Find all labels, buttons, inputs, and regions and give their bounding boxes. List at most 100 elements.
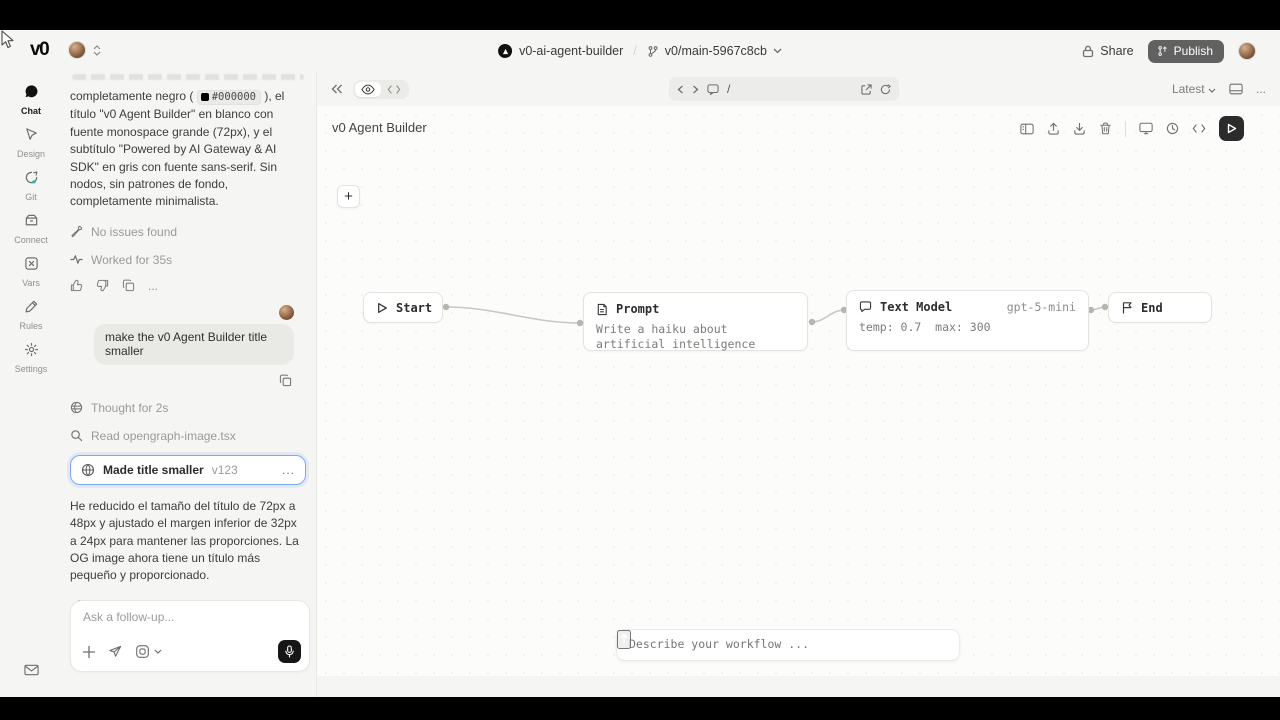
panel-bottom-icon[interactable]: [1229, 83, 1243, 95]
code-icon[interactable]: [381, 82, 407, 97]
copy-icon[interactable]: [122, 279, 135, 292]
model-badge: gpt-5-mini: [1007, 300, 1076, 314]
status-thought[interactable]: Thought for 2s: [70, 401, 306, 415]
truncated-text-line: [72, 74, 304, 80]
cursor-design-icon: [24, 127, 39, 142]
preview-code-toggle: [353, 80, 409, 99]
version-selector[interactable]: Latest: [1172, 82, 1216, 96]
node-body: temp: 0.7 max: 300: [859, 320, 1076, 335]
share-label: Share: [1100, 44, 1133, 58]
vars-icon: [24, 256, 39, 271]
chevron-down-icon: [1208, 88, 1216, 93]
trash-icon[interactable]: [1099, 122, 1112, 135]
sidebar-item-rules[interactable]: Rules: [0, 299, 62, 331]
mic-button[interactable]: [278, 640, 301, 663]
user-avatar-small: [279, 305, 294, 320]
followup-input[interactable]: [83, 610, 293, 624]
account-switcher[interactable]: [68, 41, 101, 59]
flag-icon: [1122, 301, 1133, 314]
breadcrumb-divider: /: [633, 44, 636, 58]
copy-icon: [279, 374, 292, 387]
status-worked-1: Worked for 35s: [70, 253, 306, 267]
feedback-row-1: ...: [70, 279, 306, 293]
sidebar-item-label: Git: [0, 192, 62, 202]
document-icon: [596, 303, 608, 316]
sidebar-item-connect[interactable]: Connect: [0, 213, 62, 245]
history-clock-icon[interactable]: [1166, 122, 1179, 135]
version-card-menu[interactable]: ...: [282, 463, 295, 477]
lint-pen-icon: [70, 225, 83, 238]
version-card[interactable]: Made title smaller v123 ...: [70, 455, 306, 485]
layout-icon[interactable]: [1020, 123, 1034, 135]
git-branch-icon: [647, 45, 659, 58]
branch-switcher[interactable]: v0/main-5967c8cb: [647, 44, 782, 58]
sidebar-item-label: Chat: [0, 106, 62, 116]
sidebar-item-label: Connect: [0, 235, 62, 245]
git-sync-icon: [24, 170, 39, 185]
sidebar-item-label: Vars: [0, 278, 62, 288]
sidebar-item-label: Rules: [0, 321, 62, 331]
open-external-icon[interactable]: [861, 84, 872, 95]
chat-composer[interactable]: [70, 600, 310, 672]
code-icon[interactable]: [1192, 123, 1206, 134]
header-actions: Share Publish: [1082, 30, 1256, 72]
assistant-message-1: completamente negro ( #000000 ), el títu…: [70, 88, 306, 211]
node-prompt[interactable]: Prompt Write a haiku about artificial in…: [583, 292, 808, 351]
publish-button[interactable]: Publish: [1148, 40, 1224, 63]
v0-logo[interactable]: v0: [30, 39, 48, 61]
node-text-model[interactable]: Text Model gpt-5-mini temp: 0.7 max: 300: [846, 290, 1089, 351]
thumbs-up-icon[interactable]: [70, 279, 83, 292]
preview-url-bar[interactable]: /: [669, 77, 899, 101]
sidebar-item-label: Settings: [0, 364, 62, 374]
rules-pen-icon: [24, 299, 39, 314]
sidebar-item-design[interactable]: Design: [0, 127, 62, 159]
download-icon[interactable]: [1073, 122, 1086, 135]
monitor-icon[interactable]: [1139, 122, 1153, 135]
branch-name: v0/main-5967c8cb: [665, 44, 767, 58]
plus-icon[interactable]: [82, 645, 96, 659]
more-menu-icon[interactable]: ...: [1256, 82, 1266, 96]
node-end[interactable]: End: [1108, 292, 1212, 323]
sidebar-item-vars[interactable]: Vars: [0, 256, 62, 288]
send-plane-icon[interactable]: [108, 644, 123, 659]
workflow-input[interactable]: [629, 637, 909, 651]
message-icon: [859, 301, 872, 313]
feedback-mail-button[interactable]: [0, 663, 62, 681]
more-actions-icon[interactable]: ...: [148, 279, 158, 293]
globe-icon: [81, 463, 95, 477]
node-start[interactable]: Start: [363, 292, 443, 323]
chat-icon: [24, 84, 39, 99]
thumbs-down-icon[interactable]: [96, 279, 109, 292]
back-icon[interactable]: [677, 85, 684, 94]
screen: v0 v0-ai-agent-builder /: [0, 0, 1280, 720]
sidebar-item-settings[interactable]: Settings: [0, 342, 62, 374]
upload-icon[interactable]: [1047, 122, 1060, 135]
add-node-button[interactable]: +: [337, 185, 360, 208]
preview-toolbar: / Latest ...: [317, 72, 1280, 106]
sidebar-item-git[interactable]: Git: [0, 170, 62, 202]
collapse-sidebar-icon[interactable]: [331, 84, 343, 94]
sidebar-item-chat[interactable]: Chat: [0, 84, 62, 116]
avatar: [68, 41, 86, 59]
refresh-icon[interactable]: [880, 84, 891, 95]
workflow-canvas[interactable]: v0 Agent Builder +: [317, 106, 1280, 676]
eye-icon[interactable]: [355, 82, 381, 97]
status-no-issues-1: No issues found: [70, 225, 306, 239]
workflow-prompt-bar[interactable]: [616, 629, 960, 661]
project-switcher[interactable]: v0-ai-agent-builder: [498, 44, 623, 58]
composer-toolbar: [82, 640, 301, 663]
node-body: Write a haiku about artificial intellige…: [596, 322, 795, 352]
node-label: Start: [396, 301, 432, 315]
node-header: Prompt: [596, 302, 795, 316]
status-read-file[interactable]: Read opengraph-image.tsx: [70, 429, 306, 443]
share-button[interactable]: Share: [1082, 44, 1133, 58]
console-icon[interactable]: [707, 84, 719, 95]
color-swatch: [201, 93, 209, 101]
node-header: Text Model gpt-5-mini: [859, 300, 1076, 314]
copy-user-message[interactable]: [70, 374, 292, 387]
media-icon[interactable]: [135, 644, 150, 659]
run-workflow-button[interactable]: [1219, 116, 1244, 141]
forward-icon[interactable]: [692, 85, 699, 94]
user-avatar[interactable]: [1238, 42, 1256, 60]
chevron-down-icon[interactable]: [154, 649, 162, 654]
